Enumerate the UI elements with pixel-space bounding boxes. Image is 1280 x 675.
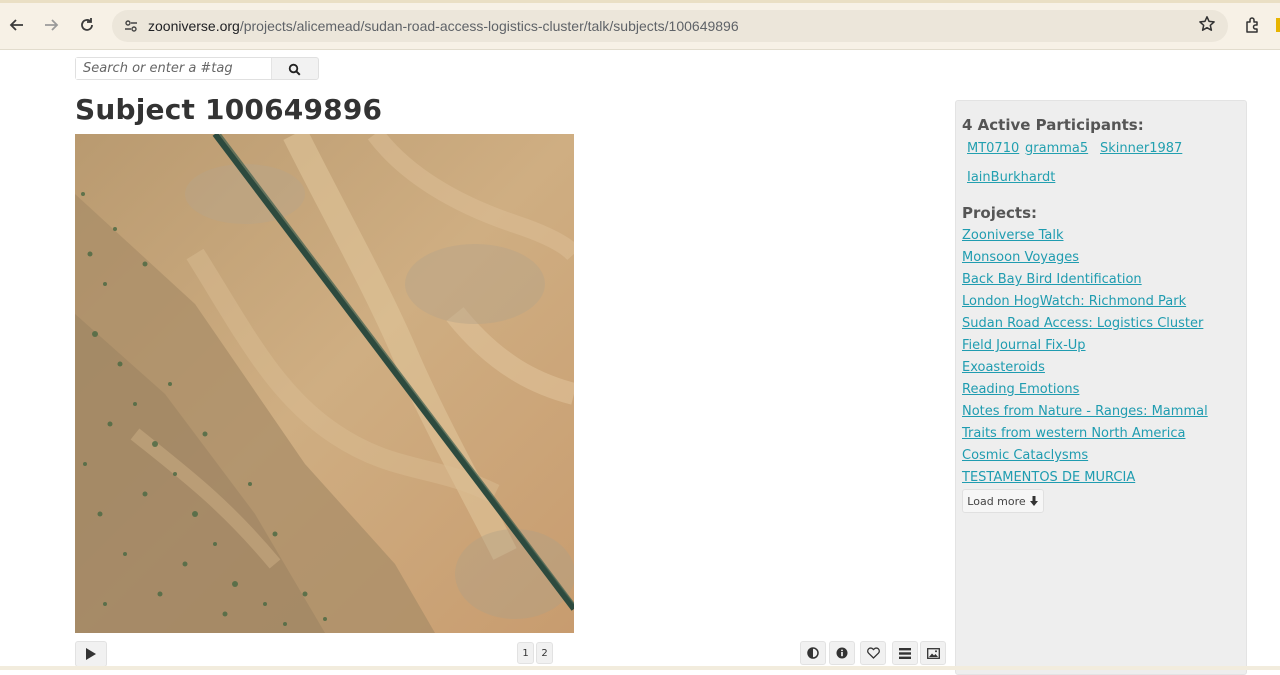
page-title: Subject 100649896: [75, 93, 383, 126]
project-link[interactable]: Exoasteroids: [962, 360, 1045, 375]
arrow-down-icon: [1029, 496, 1038, 506]
browser-toolbar: zooniverse.org/projects/alicemead/sudan-…: [0, 0, 1280, 50]
favorite-icon[interactable]: [860, 641, 886, 665]
subject-image[interactable]: [75, 134, 574, 633]
back-icon[interactable]: [6, 14, 28, 36]
load-more-button[interactable]: Load more: [962, 489, 1044, 513]
play-button[interactable]: [75, 641, 107, 667]
search-input[interactable]: [76, 58, 272, 79]
projects-heading: Projects:: [962, 204, 1037, 222]
project-link[interactable]: London HogWatch: Richmond Park: [962, 294, 1186, 309]
participant-link[interactable]: Skinner1987: [1100, 141, 1182, 156]
url-host: zooniverse.org: [148, 18, 240, 34]
project-link[interactable]: Reading Emotions: [962, 382, 1079, 397]
talk-search: [75, 57, 319, 80]
profile-edge: [1276, 18, 1280, 32]
participant-link[interactable]: MT0710: [967, 141, 1019, 156]
project-link[interactable]: Cosmic Cataclysms: [962, 448, 1088, 463]
reload-icon[interactable]: [76, 14, 98, 36]
project-link[interactable]: TESTAMENTOS DE MURCIA: [962, 470, 1135, 485]
frame-2-button[interactable]: 2: [536, 642, 553, 664]
forward-icon[interactable]: [40, 14, 62, 36]
page-bottom-edge: [0, 666, 1280, 670]
project-link[interactable]: Traits from western North America: [962, 426, 1185, 441]
project-link[interactable]: Zooniverse Talk: [962, 228, 1064, 243]
project-link[interactable]: Field Journal Fix-Up: [962, 338, 1086, 353]
talk-sidebar: 4 Active Participants: MT0710 gramma5 Sk…: [955, 100, 1247, 675]
star-icon[interactable]: [1198, 15, 1216, 38]
frame-1-button[interactable]: 1: [517, 642, 534, 664]
project-link[interactable]: Sudan Road Access: Logistics Cluster: [962, 316, 1203, 331]
participant-link[interactable]: gramma5: [1025, 141, 1088, 156]
participants-heading: 4 Active Participants:: [962, 116, 1144, 134]
load-more-label: Load more: [967, 494, 1026, 508]
collections-icon[interactable]: [892, 641, 918, 665]
address-bar[interactable]: zooniverse.org/projects/alicemead/sudan-…: [112, 10, 1228, 42]
invert-icon[interactable]: [800, 641, 826, 665]
url-path: /projects/alicemead/sudan-road-access-lo…: [239, 18, 739, 34]
info-icon[interactable]: [829, 641, 855, 665]
project-link[interactable]: Notes from Nature - Ranges: Mammal: [962, 404, 1208, 419]
tab-strip-edge: [0, 0, 1280, 3]
extensions-icon[interactable]: [1242, 14, 1264, 36]
site-settings-icon[interactable]: [122, 17, 140, 35]
participant-link[interactable]: IainBurkhardt: [967, 170, 1055, 185]
project-link[interactable]: Back Bay Bird Identification: [962, 272, 1142, 287]
search-icon[interactable]: [284, 60, 304, 78]
image-icon[interactable]: [920, 641, 946, 665]
project-link[interactable]: Monsoon Voyages: [962, 250, 1079, 265]
page-content: Subject 100649896: [0, 51, 1280, 675]
url-text: zooniverse.org/projects/alicemead/sudan-…: [148, 18, 739, 34]
